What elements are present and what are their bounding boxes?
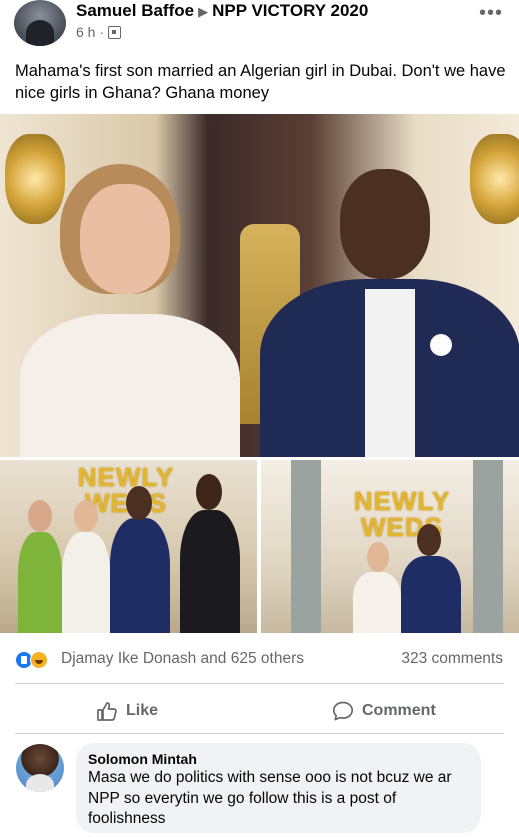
comment-bubble-icon [332,701,354,721]
comment-button[interactable]: Comment [332,698,436,724]
like-button[interactable]: Like [96,698,158,724]
post-header: Samuel Baffoe ▶ NPP VICTORY 2020 6 h · ••• [0,0,519,52]
haha-reaction-icon[interactable] [30,651,48,669]
main-photo[interactable] [0,114,519,457]
guest-figure [180,510,240,633]
groom-figure [401,556,461,633]
privacy-group-icon [108,25,122,39]
post-text: Mahama's first son married an Algerian g… [15,62,506,102]
curtain-decoration [473,460,503,633]
author-name[interactable]: Samuel Baffoe [76,1,194,20]
divider [15,683,504,684]
bride-figure [353,572,401,633]
post-meta: 6 h · [76,24,122,40]
groom-figure [260,169,519,457]
comment-label: Comment [362,702,436,719]
reactors-summary[interactable]: Djamay Ike Donash and 625 others [61,650,304,668]
bride-figure [20,164,240,457]
meta-separator: · [99,24,105,40]
bride-figure [62,532,110,633]
post-time[interactable]: 6 h [76,24,95,40]
guest-figure [18,532,62,633]
balloon-text: NEWLY WEDS [353,486,451,542]
author-line: Samuel Baffoe ▶ NPP VICTORY 2020 [76,1,368,21]
thumbs-up-icon [96,701,118,721]
commenter-name[interactable]: Solomon Mintah [88,751,469,767]
right-photo[interactable]: NEWLY WEDS [261,460,519,633]
author-avatar[interactable] [14,0,66,46]
like-label: Like [126,702,159,719]
more-options-icon[interactable]: ••• [479,2,503,25]
commenter-avatar[interactable] [16,744,64,792]
comments-count[interactable]: 323 comments [401,650,503,668]
left-photo[interactable]: NEWLY WEDS [0,460,257,633]
divider [15,733,504,734]
comment-text: Masa we do politics with sense ooo is no… [88,769,452,827]
curtain-decoration [291,460,321,633]
groom-figure [110,518,170,633]
comment-bubble: Solomon Mintah Masa we do politics with … [76,743,481,833]
reactions-row: Djamay Ike Donash and 625 others 323 com… [15,648,505,672]
arrow-right-icon: ▶ [198,4,209,19]
group-name[interactable]: NPP VICTORY 2020 [212,1,368,20]
